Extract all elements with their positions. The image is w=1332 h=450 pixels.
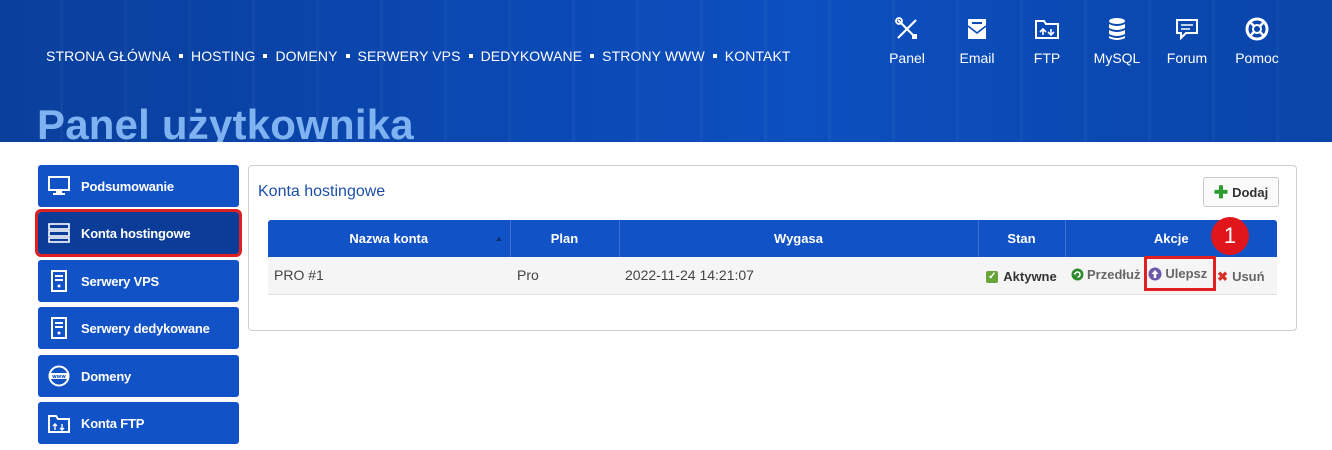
sidebar-item-label: Podsumowanie [81,178,174,194]
step-badge: 1 [1211,217,1249,255]
column-header-status[interactable]: Stan [978,220,1066,257]
accounts-table: Nazwa konta Plan Wygasa Stan Akcje PRO #… [268,220,1277,295]
column-header-expires[interactable]: Wygasa [619,220,979,257]
top-link-help[interactable]: Pomoc [1222,16,1292,66]
sidebar-item-vps[interactable]: Serwery VPS [38,260,239,302]
cell-account-name: PRO #1 [268,257,510,295]
cell-plan: Pro [510,257,619,295]
renew-label: Przedłuż [1087,266,1141,282]
top-link-label: Forum [1166,50,1208,66]
nav-link-hosting[interactable]: HOSTING [191,48,255,64]
nav-link-vps[interactable]: SERWERY VPS [358,48,461,64]
column-header-label: Wygasa [774,231,823,246]
site-header: STRONA GŁÓWNA HOSTING DOMENY SERWERY VPS… [0,0,1332,142]
nav-separator [468,54,473,58]
tools-icon [895,17,917,39]
sidebar-item-label: Konta hostingowe [81,225,191,241]
nav-link-websites[interactable]: STRONY WWW [602,48,705,64]
nav-separator [345,54,350,58]
sidebar-item-dedicated[interactable]: Serwery dedykowane [38,307,239,349]
main-nav: STRONA GŁÓWNA HOSTING DOMENY SERWERY VPS… [46,48,791,64]
server-icon [48,222,70,244]
lifebuoy-icon [1245,17,1269,41]
email-icon [967,19,987,39]
panel-title: Konta hostingowe [258,183,386,200]
column-header-label: Stan [1007,231,1036,246]
column-header-label: Plan [550,231,579,246]
status-badge: ✓ Aktywne [986,269,1057,285]
sidebar-item-label: Serwery VPS [81,273,160,289]
highlight-box [1144,256,1216,291]
column-header-label: Nazwa konta [349,231,429,246]
table-row: PRO #1 Pro 2022-11-24 14:21:07 ✓ Aktywne… [268,257,1277,295]
top-link-label: Pomoc [1235,50,1279,66]
plus-icon: ✚ [1213,182,1229,202]
server-tower-icon [48,317,70,339]
sidebar-item-label: Konta FTP [81,415,145,431]
top-link-label: MySQL [1093,50,1141,66]
delete-button[interactable]: ✖ Usuń [1217,269,1264,285]
nav-separator [263,54,268,58]
page-title: Panel użytkownika [37,101,414,142]
nav-link-home[interactable]: STRONA GŁÓWNA [46,48,171,64]
top-link-ftp[interactable]: FTP [1012,16,1082,66]
top-link-label: FTP [1033,50,1061,66]
column-header-plan[interactable]: Plan [510,220,620,257]
nav-separator [178,54,183,58]
delete-label: Usuń [1232,269,1265,284]
top-link-forum[interactable]: Forum [1152,16,1222,66]
top-icon-bar: Panel Email FTP MySQL Forum Pomoc [872,16,1292,66]
delete-x-icon: ✖ [1217,268,1229,284]
cell-expires: 2022-11-24 14:21:07 [619,257,978,295]
sidebar-item-hosting-accounts[interactable]: Konta hostingowe [35,209,242,257]
svg-text:www: www [52,374,66,380]
add-button[interactable]: ✚ Dodaj [1203,177,1279,207]
nav-link-domains[interactable]: DOMENY [275,48,337,64]
nav-separator [590,54,595,58]
column-header-name[interactable]: Nazwa konta [268,220,511,257]
database-icon [1109,18,1125,40]
top-link-label: Panel [889,50,925,66]
sort-asc-icon [495,237,502,241]
monitor-icon [48,175,70,197]
server-tower-icon [48,270,70,292]
table-header-row: Nazwa konta Plan Wygasa Stan Akcje [268,220,1277,257]
refresh-icon [1071,268,1084,280]
check-icon: ✓ [986,270,999,283]
sidebar-item-summary[interactable]: Podsumowanie [38,165,239,207]
sidebar-item-domains[interactable]: www Domeny [38,355,239,397]
top-link-mysql[interactable]: MySQL [1082,16,1152,66]
top-link-panel[interactable]: Panel [872,16,942,66]
renew-button[interactable]: Przedłuż [1071,267,1140,282]
nav-link-dedicated[interactable]: DEDYKOWANE [481,48,583,64]
ftp-folder-icon [48,412,70,434]
sidebar-item-label: Domeny [81,368,132,384]
nav-link-contact[interactable]: KONTAKT [725,48,791,64]
forum-icon [1176,19,1198,41]
status-label: Aktywne [1003,269,1057,285]
sidebar-item-label: Serwery dedykowane [81,320,210,336]
ftp-folder-icon [1035,20,1059,39]
nav-separator [712,54,717,58]
hosting-accounts-panel: Konta hostingowe ✚ Dodaj Nazwa konta Pla… [248,165,1297,331]
add-button-label: Dodaj [1232,184,1269,200]
sidebar-item-ftp-accounts[interactable]: Konta FTP [38,402,239,444]
www-globe-icon: www [48,365,70,387]
column-header-label: Akcje [1153,231,1189,246]
cell-status: ✓ Aktywne [978,257,1065,295]
top-link-email[interactable]: Email [942,16,1012,66]
top-link-label: Email [959,50,995,66]
